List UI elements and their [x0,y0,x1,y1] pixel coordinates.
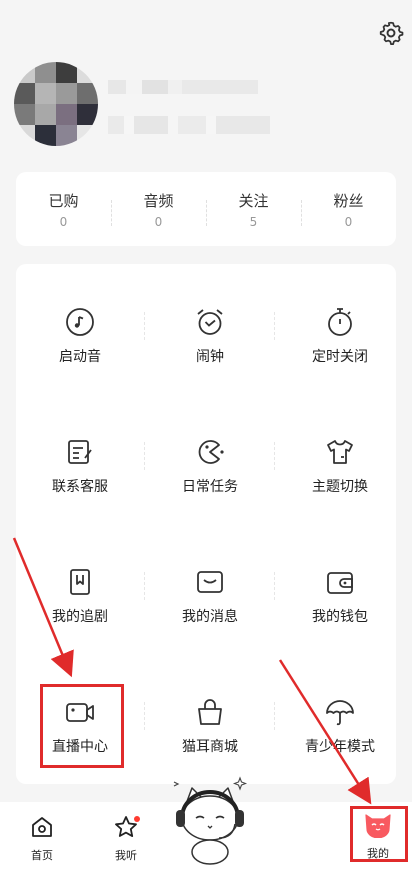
wallet-icon [327,572,353,594]
stat-label: 关注 [238,191,269,210]
shopping-bag-icon [198,699,222,725]
grid-item-label: 启动音 [59,349,101,365]
stat-label: 粉丝 [333,191,364,210]
grid-item-label: 我的钱包 [312,609,368,625]
grid-item-sleep-timer[interactable]: 定时关闭 [276,264,404,392]
settings-gear-icon[interactable] [378,20,404,46]
tshirt-icon [327,440,353,464]
grid-item-alarm[interactable]: 闹钟 [146,264,274,392]
notification-dot [134,816,140,822]
username-blurred [108,80,258,94]
stat-value: 0 [344,214,353,229]
grid-item-maoer-mall[interactable]: 猫耳商城 [146,654,274,782]
pacman-task-icon [198,440,224,464]
stat-value: 5 [249,214,258,229]
grid-item-customer-service[interactable]: 联系客服 [16,394,144,522]
tab-label: 我听 [115,849,137,862]
grid-item-label: 我的追剧 [52,609,108,625]
bookmark-icon [70,569,90,595]
cat-mascot-icon[interactable] [168,774,252,866]
stat-fans[interactable]: 粉丝 0 [301,190,396,229]
grid-item-label: 主题切换 [312,479,368,495]
grid-item-label: 猫耳商城 [182,739,238,755]
tab-home[interactable]: 首页 [12,814,72,863]
edit-note-icon [68,440,92,464]
grid-item-label: 青少年模式 [305,739,375,755]
grid-item-label: 闹钟 [196,349,224,365]
highlight-box-live-center [40,684,124,768]
grid-item-label: 定时关闭 [312,349,368,365]
stats-card: 已购 0 音频 0 关注 5 粉丝 0 [16,172,396,246]
stat-value: 0 [59,214,68,229]
stat-following[interactable]: 关注 5 [206,190,301,229]
highlight-box-mine-tab [350,806,408,862]
home-icon [32,817,52,837]
stat-value: 0 [154,214,163,229]
grid-item-daily-tasks[interactable]: 日常任务 [146,394,274,522]
tab-label: 首页 [31,849,53,862]
tab-listen[interactable]: 我听 [96,814,156,863]
grid-item-my-dramas[interactable]: 我的追剧 [16,524,144,652]
user-info-blurred [108,116,270,134]
stat-purchased[interactable]: 已购 0 [16,190,111,229]
music-disc-icon [66,308,94,336]
stat-label: 音频 [143,191,174,210]
grid-item-my-wallet[interactable]: 我的钱包 [276,524,404,652]
alarm-clock-icon [197,309,223,335]
message-icon [197,571,223,593]
grid-item-label: 日常任务 [182,479,238,495]
stat-audio[interactable]: 音频 0 [111,190,206,229]
stat-label: 已购 [48,191,79,210]
umbrella-icon [326,700,354,726]
grid-item-label: 联系客服 [52,479,108,495]
grid-item-my-messages[interactable]: 我的消息 [146,524,274,652]
grid-item-theme-switch[interactable]: 主题切换 [276,394,404,522]
timer-icon [328,308,352,336]
grid-item-startup-sound[interactable]: 启动音 [16,264,144,392]
avatar[interactable] [14,62,98,146]
grid-item-teen-mode[interactable]: 青少年模式 [276,654,404,782]
grid-item-label: 我的消息 [182,609,238,625]
